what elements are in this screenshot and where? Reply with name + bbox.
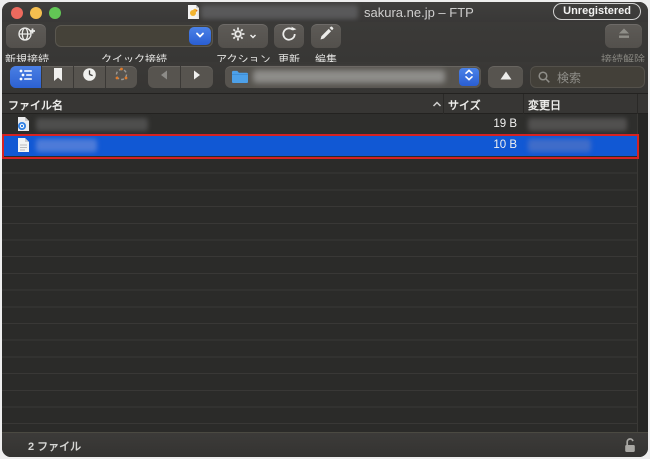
column-modified[interactable]: 変更日 — [528, 97, 561, 113]
gear-icon — [229, 25, 247, 48]
app-window: sakura.ne.jp – FTP Unregistered 新規接続 クイッ… — [2, 2, 648, 457]
bookmarks-segment[interactable] — [42, 66, 74, 88]
chevrons-up-down-icon — [463, 68, 475, 87]
back-arrow-icon — [158, 68, 170, 86]
redacted-path-text — [253, 70, 445, 83]
screenshot-frame: sakura.ne.jp – FTP Unregistered 新規接続 クイッ… — [0, 0, 650, 459]
bookmark-icon — [52, 67, 64, 87]
annotation-red-box — [2, 134, 639, 159]
disconnect-button[interactable] — [605, 24, 642, 48]
column-size[interactable]: サイズ — [448, 97, 481, 113]
outline-view-icon — [18, 68, 34, 87]
history-segment[interactable] — [74, 66, 106, 88]
forward-button[interactable] — [181, 66, 213, 88]
column-divider[interactable] — [443, 94, 444, 114]
refresh-button[interactable] — [274, 24, 304, 48]
path-dropdown-button[interactable] — [459, 68, 479, 86]
scrollbar-track[interactable] — [637, 114, 648, 432]
window-title: sakura.ne.jp – FTP — [364, 5, 474, 20]
redacted-modified-date — [528, 118, 627, 131]
column-divider — [637, 94, 638, 114]
folder-icon — [231, 69, 249, 89]
status-bar: 2 ファイル — [2, 432, 648, 457]
view-switcher — [10, 66, 137, 88]
table-row[interactable]: 19 B — [2, 114, 637, 135]
bonjour-segment[interactable] — [106, 66, 137, 88]
redacted-host-text — [201, 5, 358, 19]
action-button[interactable] — [218, 24, 268, 48]
path-popup-button[interactable] — [225, 66, 481, 88]
chevron-down-icon — [194, 27, 206, 45]
chevron-down-icon — [249, 27, 257, 45]
quick-connect-dropdown-button[interactable] — [189, 27, 211, 45]
minimize-window-button[interactable] — [30, 7, 42, 19]
empty-rows-grid — [2, 157, 637, 433]
bonjour-icon — [114, 67, 129, 87]
file-size: 19 B — [427, 114, 517, 135]
go-up-button[interactable] — [488, 66, 523, 88]
navigation-bar — [2, 62, 648, 94]
file-count-label: 2 ファイル — [28, 438, 81, 454]
pencil-icon — [317, 25, 335, 48]
titlebar: sakura.ne.jp – FTP Unregistered — [2, 2, 648, 22]
unlocked-padlock-icon — [622, 437, 638, 457]
redacted-filename — [36, 118, 148, 131]
column-divider[interactable] — [523, 94, 524, 114]
zoom-window-button[interactable] — [49, 7, 61, 19]
outline-view-segment[interactable] — [10, 66, 42, 88]
search-input[interactable] — [555, 68, 643, 88]
forward-arrow-icon — [191, 68, 203, 86]
unregistered-badge[interactable]: Unregistered — [553, 3, 641, 20]
close-window-button[interactable] — [11, 7, 23, 19]
edit-button[interactable] — [311, 24, 341, 48]
column-filename[interactable]: ファイル名 — [8, 97, 63, 113]
file-list: 19 B 10 B — [2, 114, 648, 432]
globe-plus-icon — [16, 25, 36, 48]
history-nav — [148, 66, 213, 88]
back-button[interactable] — [148, 66, 181, 88]
new-connection-button[interactable] — [6, 24, 46, 48]
sort-ascending-icon — [432, 99, 442, 111]
eject-icon — [615, 25, 633, 48]
up-triangle-icon — [499, 68, 513, 86]
table-header: ファイル名 サイズ 変更日 — [2, 94, 648, 114]
quick-connect-combobox[interactable] — [55, 25, 213, 47]
clock-icon — [82, 67, 97, 87]
search-field[interactable] — [530, 66, 645, 88]
refresh-icon — [280, 25, 298, 48]
toolbar: 新規接続 クイック接続 アクション 更新 編集 — [2, 22, 648, 62]
